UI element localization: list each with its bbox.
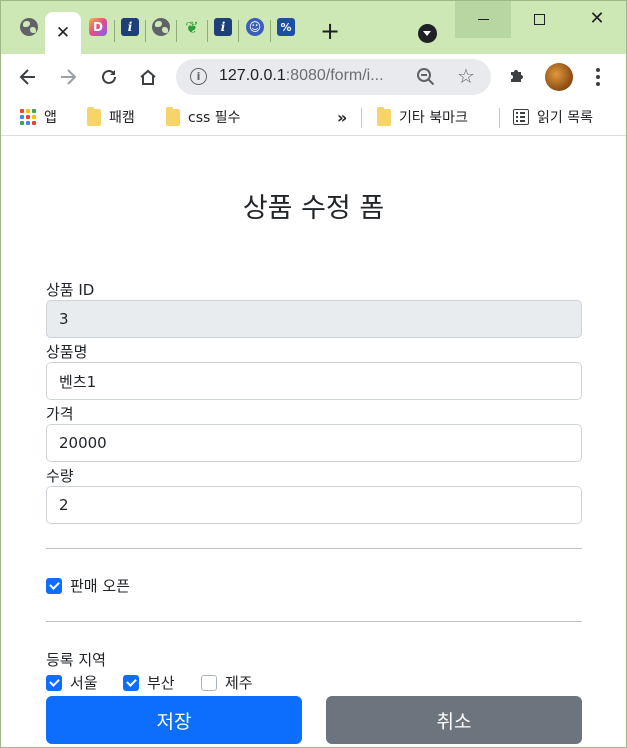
reading-list-icon [513, 109, 529, 125]
bookmarks-overflow-button[interactable]: » [337, 106, 347, 128]
address-bar[interactable]: i 127.0.0.1:8080/form/i... ☆ [176, 59, 491, 95]
face-icon: ☺ [246, 18, 264, 36]
checkbox-unchecked[interactable] [201, 674, 217, 691]
tab-5[interactable] [146, 0, 176, 54]
region-label: 서울 [70, 674, 98, 692]
region-seoul-checkbox[interactable]: 서울 [46, 672, 98, 693]
reading-list-button[interactable]: 읽기 목록 [513, 106, 593, 128]
divider [46, 621, 582, 622]
divider [46, 548, 582, 549]
tab-8[interactable]: ☺ [240, 0, 270, 54]
sprout-icon: ❦ [185, 17, 199, 37]
quantity-field[interactable]: 2 [46, 486, 582, 524]
globe-icon [20, 18, 38, 36]
cancel-button[interactable]: 취소 [326, 696, 582, 744]
open-label: 판매 오픈 [70, 577, 130, 595]
puzzle-icon[interactable] [506, 64, 530, 88]
region-busan-checkbox[interactable]: 부산 [123, 672, 175, 693]
quantity-label: 수량 [46, 467, 74, 485]
region-jeju-checkbox[interactable]: 제주 [201, 672, 253, 693]
item-name-field[interactable]: 벤츠1 [46, 362, 582, 400]
minimize-button[interactable] [455, 0, 511, 38]
tab-9[interactable]: % [271, 0, 301, 54]
percent-icon: % [277, 18, 295, 36]
reload-icon [102, 69, 116, 84]
checkbox-checked[interactable] [123, 674, 139, 691]
tab-6[interactable]: ❦ [177, 0, 207, 54]
close-icon: ✕ [589, 8, 605, 29]
browser-toolbar: i 127.0.0.1:8080/form/i... ☆ [0, 54, 627, 99]
info-icon: i [121, 18, 139, 36]
maximize-icon [533, 13, 545, 25]
tab-1[interactable] [14, 0, 44, 54]
tab-3[interactable]: D [83, 0, 113, 54]
back-button[interactable] [14, 63, 42, 91]
site-info-icon[interactable]: i [190, 68, 207, 85]
region-label: 제주 [225, 674, 253, 692]
window-close-button[interactable]: ✕ [569, 0, 625, 38]
bookmark-label: 읽기 목록 [537, 110, 593, 126]
bookmarks-bar: 앱 패캠 css 필수 » 기타 북마크 읽기 목록 [0, 99, 627, 136]
bookmark-other-folder[interactable]: 기타 북마크 [377, 106, 468, 128]
bookmark-label: css 필수 [188, 110, 241, 126]
home-button[interactable] [134, 63, 162, 91]
apps-grid-icon [20, 109, 36, 125]
regions-label: 등록 지역 [46, 651, 106, 669]
bookmark-label: 패캠 [109, 110, 135, 126]
avatar[interactable] [545, 63, 573, 91]
save-button[interactable]: 저장 [46, 696, 302, 744]
item-id-label: 상품 ID [46, 281, 95, 299]
url-text[interactable]: 127.0.0.1:8080/form/i... [219, 67, 384, 85]
d-logo-icon: D [89, 18, 107, 36]
url-host: 127.0.0.1 [219, 67, 286, 84]
forward-button[interactable] [54, 63, 82, 91]
info-icon: i [214, 18, 232, 36]
region-label: 부산 [147, 674, 175, 692]
item-id-field: 3 [46, 300, 582, 338]
zoom-out-icon[interactable] [416, 67, 436, 87]
tab-search-icon[interactable] [418, 24, 437, 43]
bookmark-label: 기타 북마크 [399, 110, 468, 126]
home-icon [140, 69, 156, 85]
bookmark-folder[interactable]: css 필수 [166, 106, 241, 128]
bookmark-label: 앱 [44, 110, 57, 126]
tab-active[interactable]: ✕ [45, 12, 81, 54]
folder-icon [87, 106, 101, 126]
globe-icon [152, 18, 170, 36]
open-checkbox[interactable]: 판매 오픈 [46, 575, 130, 596]
new-tab-button[interactable]: + [316, 17, 344, 45]
bookmark-apps[interactable]: 앱 [20, 106, 57, 128]
minimize-icon [477, 18, 489, 20]
tab-strip: ✕ D i ❦ i ☺ % + ✕ [0, 0, 627, 54]
bookmark-folder[interactable]: 패캠 [87, 106, 135, 128]
bookmark-divider [499, 108, 500, 128]
back-arrow-icon [19, 69, 35, 85]
checkbox-checked[interactable] [46, 674, 62, 691]
checkbox-checked[interactable] [46, 577, 62, 594]
url-path: :8080/form/i... [285, 67, 384, 84]
close-tab-icon[interactable]: ✕ [56, 24, 70, 42]
tab-7[interactable]: i [208, 0, 238, 54]
tab-4[interactable]: i [115, 0, 145, 54]
forward-arrow-icon [61, 69, 77, 85]
price-field[interactable]: 20000 [46, 424, 582, 462]
tab-divider [238, 20, 239, 42]
reload-button[interactable] [95, 63, 123, 91]
folder-icon [166, 106, 180, 126]
bookmark-divider [361, 108, 362, 128]
folder-icon [377, 106, 391, 126]
page-title: 상품 수정 폼 [242, 193, 385, 224]
maximize-button[interactable] [511, 0, 567, 38]
bookmark-star-icon[interactable]: ☆ [457, 64, 475, 88]
price-label: 가격 [46, 405, 74, 423]
item-name-label: 상품명 [46, 343, 88, 361]
more-menu-icon[interactable] [590, 66, 606, 88]
